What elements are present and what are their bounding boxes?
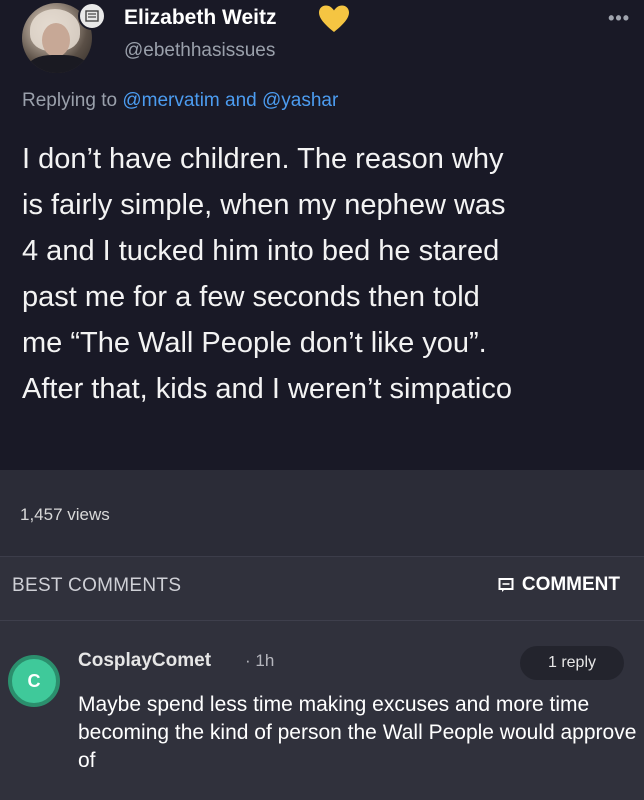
newspaper-icon xyxy=(78,2,106,30)
tweet-text: I don’t have children. The reason why is… xyxy=(22,136,632,412)
yellow-heart-icon xyxy=(318,4,350,39)
tweet-line: past me for a few seconds then told xyxy=(22,281,480,313)
comment-button[interactable]: COMMENT xyxy=(498,574,620,596)
mention-link[interactable]: @yashar xyxy=(262,90,338,111)
views-count: 1,457 views xyxy=(20,505,110,524)
tweet-card: Elizabeth Weitz @ebethhasissues ••• Repl… xyxy=(0,0,644,470)
comment-button-label: COMMENT xyxy=(521,574,620,595)
comment-time: · 1h xyxy=(245,651,275,670)
author-handle[interactable]: @ebethhasissues xyxy=(124,40,275,62)
replying-prefix: Replying to xyxy=(22,90,118,111)
comment-text: Maybe spend less time making excuses and… xyxy=(78,693,637,772)
tweet-line: me “The Wall People don’t like you”. xyxy=(22,327,487,359)
comment-author[interactable]: CosplayComet xyxy=(78,650,211,672)
comment-icon xyxy=(498,578,514,592)
tweet-line: is fairly simple, when my nephew was xyxy=(22,189,506,221)
author-name[interactable]: Elizabeth Weitz xyxy=(124,6,276,30)
commenter-avatar[interactable]: C xyxy=(8,655,60,707)
mention-link[interactable]: @mervatim xyxy=(122,90,219,111)
more-dots-icon[interactable]: ••• xyxy=(608,8,630,29)
tweet-line: 4 and I tucked him into bed he stared xyxy=(22,235,500,267)
best-comments-header[interactable]: BEST COMMENTS xyxy=(12,575,181,597)
replying-and: and xyxy=(225,90,257,111)
divider xyxy=(0,620,644,621)
replies-button[interactable]: 1 reply xyxy=(520,646,624,680)
tweet-line: I don’t have children. The reason why xyxy=(22,143,504,175)
replying-to: Replying to @mervatim and @yashar xyxy=(22,90,338,112)
tweet-line: After that, kids and I weren’t simpatico xyxy=(22,373,512,405)
